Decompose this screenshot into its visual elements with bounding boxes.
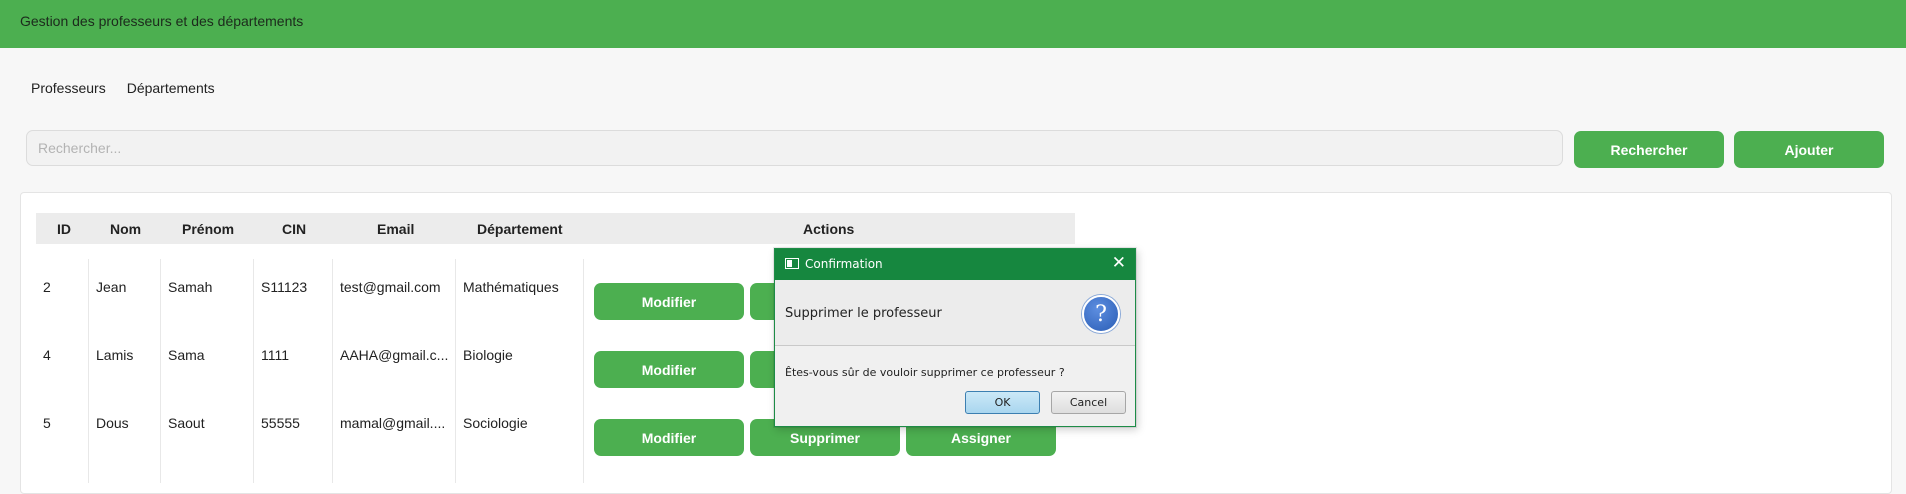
modify-button[interactable]: Modifier [594, 351, 744, 388]
ok-button[interactable]: OK [965, 391, 1040, 414]
menu-professeurs[interactable]: Professeurs [31, 80, 106, 96]
cell-prenom: Saout [168, 415, 205, 431]
header-cin[interactable]: CIN [282, 221, 306, 237]
app-header: Gestion des professeurs et des départeme… [0, 0, 1906, 48]
dialog-header: Supprimer le professeur ? [775, 280, 1135, 346]
header-prenom[interactable]: Prénom [182, 221, 234, 237]
cell-nom: Dous [96, 415, 129, 431]
dialog-header-text: Supprimer le professeur [785, 306, 942, 321]
header-nom[interactable]: Nom [110, 221, 141, 237]
header-departement[interactable]: Département [477, 221, 563, 237]
dialog-title: Confirmation [805, 257, 883, 271]
cell-email: test@gmail.com [340, 279, 441, 295]
header-actions[interactable]: Actions [803, 221, 854, 237]
cell-id: 5 [43, 415, 51, 431]
dialog-titlebar[interactable]: Confirmation ✕ [775, 249, 1135, 280]
question-icon: ? [1082, 295, 1120, 333]
add-button[interactable]: Ajouter [1734, 131, 1884, 168]
cell-nom: Jean [96, 279, 127, 295]
cell-departement: Sociologie [463, 415, 528, 431]
header-id[interactable]: ID [57, 221, 71, 237]
window-icon [785, 258, 799, 269]
header-email[interactable]: Email [377, 221, 414, 237]
cell-email: AAHA@gmail.c... [340, 347, 449, 363]
cell-cin: 1111 [261, 347, 290, 363]
cell-cin: S11123 [261, 279, 308, 295]
table-row [36, 463, 1075, 483]
confirmation-dialog: Confirmation ✕ Supprimer le professeur ?… [774, 248, 1136, 427]
search-button[interactable]: Rechercher [1574, 131, 1724, 168]
cell-prenom: Samah [168, 279, 213, 295]
modify-button[interactable]: Modifier [594, 283, 744, 320]
menu-departements[interactable]: Départements [127, 80, 215, 96]
cancel-button[interactable]: Cancel [1051, 391, 1126, 414]
cell-cin: 55555 [261, 415, 300, 431]
cell-id: 2 [43, 279, 51, 295]
modify-button[interactable]: Modifier [594, 419, 744, 456]
cell-nom: Lamis [96, 347, 134, 363]
menu-bar: Professeurs Départements [31, 80, 215, 96]
cell-email: mamal@gmail.... [340, 415, 446, 431]
app-title: Gestion des professeurs et des départeme… [20, 13, 304, 29]
cell-prenom: Sama [168, 347, 205, 363]
cell-id: 4 [43, 347, 51, 363]
cell-departement: Mathématiques [463, 279, 559, 295]
cell-departement: Biologie [463, 347, 513, 363]
dialog-message: Êtes-vous sûr de vouloir supprimer ce pr… [785, 366, 1065, 379]
close-icon[interactable]: ✕ [1112, 253, 1126, 273]
search-input[interactable] [26, 130, 1563, 166]
